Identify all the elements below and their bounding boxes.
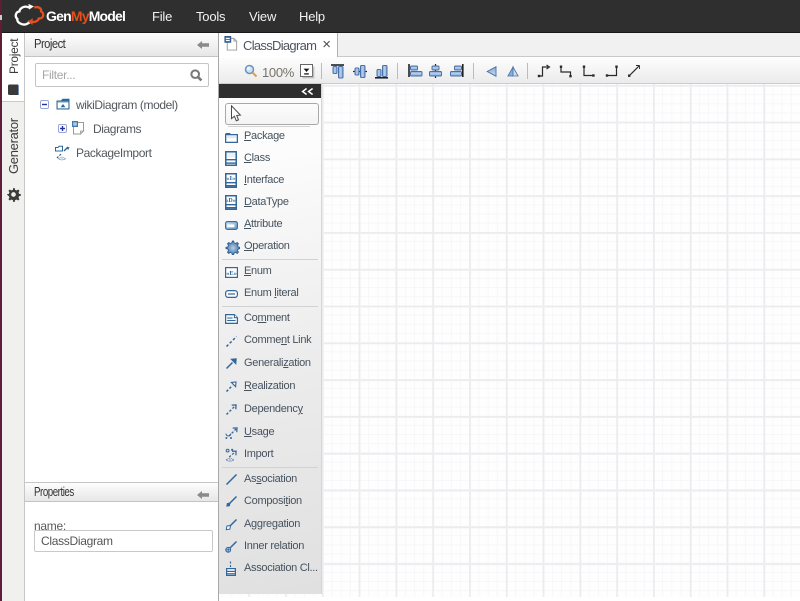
- svg-text:˂I˃: ˂I˃: [226, 458, 235, 462]
- svg-text:«E»: «E»: [226, 270, 237, 277]
- svg-text:«I»: «I»: [226, 175, 235, 182]
- svg-text:˂I˃: ˂I˃: [58, 157, 66, 162]
- svg-text:«D»: «D»: [225, 198, 235, 204]
